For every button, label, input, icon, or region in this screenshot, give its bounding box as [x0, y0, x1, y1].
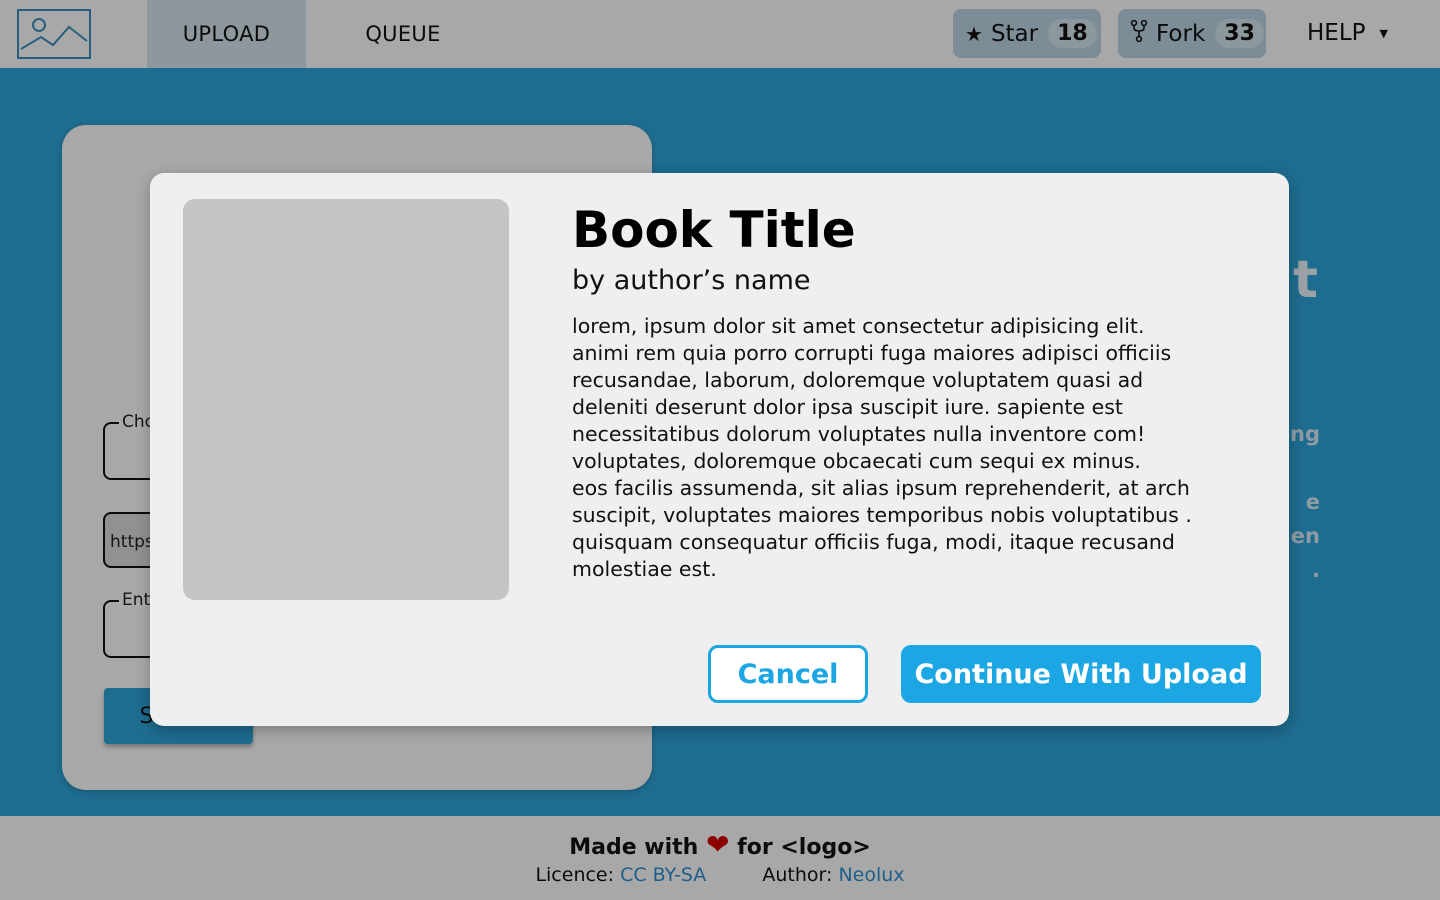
description-line: animi rem quia porro corrupti fuga maior…	[572, 341, 1172, 365]
book-author: by author’s name	[572, 265, 811, 296]
description-line: eos facilis assumenda, sit alias ipsum r…	[572, 476, 1190, 500]
continue-upload-button[interactable]: Continue With Upload	[901, 645, 1261, 703]
book-preview-modal: Book Title by author’s name lorem, ipsum…	[150, 173, 1289, 726]
description-line: recusandae, laborum, doloremque voluptat…	[572, 368, 1144, 392]
cancel-label: Cancel	[737, 658, 839, 690]
description-line: quisquam consequatur officiis fuga, modi…	[572, 530, 1175, 554]
book-description: lorem, ipsum dolor sit amet consectetur …	[572, 313, 1252, 583]
cancel-button[interactable]: Cancel	[708, 645, 868, 703]
description-line: suscipit, voluptates maiores temporibus …	[572, 503, 1192, 527]
description-line: deleniti deserunt dolor ipsa suscipit iu…	[572, 395, 1123, 419]
continue-upload-label: Continue With Upload	[914, 658, 1248, 690]
description-line: molestiae est.	[572, 557, 717, 581]
description-line: voluptates, doloremque obcaecati cum seq…	[572, 449, 1141, 473]
book-title: Book Title	[572, 201, 856, 259]
description-line: necessitatibus dolorum voluptates nulla …	[572, 422, 1146, 446]
description-line: lorem, ipsum dolor sit amet consectetur …	[572, 314, 1145, 338]
book-cover-image	[183, 199, 509, 600]
